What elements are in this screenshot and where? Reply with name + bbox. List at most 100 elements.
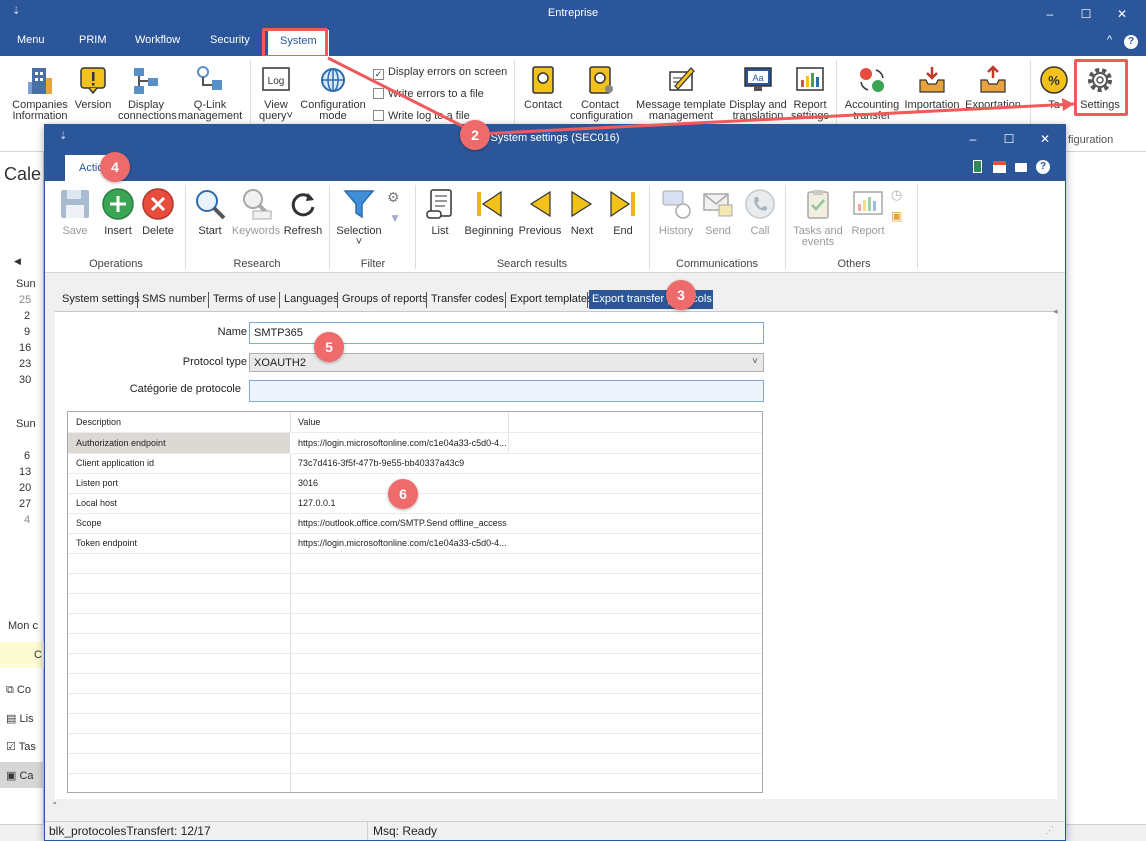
column-header-description[interactable]: Description <box>68 412 290 432</box>
calendar-day[interactable]: 2 <box>24 310 30 322</box>
minimize-button[interactable]: – <box>1032 0 1068 28</box>
collapse-ribbon-icon[interactable]: ^ <box>1107 34 1112 46</box>
report-button[interactable]: Report <box>847 187 889 237</box>
tab-terms-of-use[interactable]: Terms of use <box>210 290 279 309</box>
version-button[interactable]: Version <box>72 64 114 111</box>
calendar-day[interactable]: 27 <box>19 498 31 510</box>
display-errors-checkbox[interactable]: ✓ Display errors on screen <box>373 66 507 80</box>
dialog-maximize-button[interactable]: ☐ <box>991 125 1027 153</box>
tray-icon[interactable]: ▣ <box>891 209 902 223</box>
companies-information-button[interactable]: Companies Information <box>8 64 72 122</box>
view-query-button[interactable]: Log View query˅ <box>256 64 296 122</box>
display-translation-button[interactable]: Aa Display and translation <box>728 64 788 122</box>
save-button[interactable]: Save <box>55 187 95 237</box>
percent-icon: % <box>1040 66 1068 94</box>
list-label: List <box>431 225 449 237</box>
protocol-type-value: XOAUTH2 <box>254 357 306 369</box>
help-icon[interactable]: ? <box>1124 35 1138 49</box>
refresh-button[interactable]: Refresh <box>283 187 323 237</box>
tab-system-settings[interactable]: System settings <box>59 290 143 309</box>
calendar-day[interactable]: 16 <box>19 342 31 354</box>
list-button[interactable]: List <box>423 187 457 237</box>
prev-month-icon[interactable]: ◀ <box>14 256 21 267</box>
row-description: Token endpoint <box>76 538 138 548</box>
taxes-button[interactable]: % Ta <box>1036 64 1072 111</box>
qlink-management-button[interactable]: Q-Link management <box>178 64 242 122</box>
table-row[interactable]: Token endpoint https://login.microsofton… <box>68 533 762 553</box>
nav-tasks[interactable]: ☑ Tas <box>6 740 36 753</box>
table-row[interactable]: Scope https://outlook.office.com/SMTP.Se… <box>68 513 762 533</box>
calendar-day[interactable]: 25 <box>19 294 31 306</box>
table-row[interactable]: Client application id 73c7d416-3f5f-477b… <box>68 453 762 473</box>
filter-clear-icon[interactable]: ▼ <box>389 211 401 225</box>
nav-calendar[interactable]: ▣ Ca <box>0 762 44 788</box>
report-label: Report <box>851 225 885 237</box>
calendar-icon[interactable] <box>993 161 1006 173</box>
maximize-button[interactable]: ☐ <box>1068 0 1104 28</box>
annotation-badge: 5 <box>314 332 344 362</box>
accounting-transfer-button[interactable]: Accounting transfer <box>842 64 902 122</box>
tab-groups-of-reports[interactable]: Groups of reports <box>339 290 431 309</box>
column-header-value[interactable]: Value <box>290 412 508 432</box>
protocol-category-field[interactable] <box>249 380 764 402</box>
dialog-close-button[interactable]: ✕ <box>1027 125 1063 153</box>
configuration-group-label: figuration <box>1068 134 1114 146</box>
beginning-button[interactable]: Beginning <box>461 187 517 237</box>
calendar-day[interactable]: 6 <box>24 450 30 462</box>
panel-scroll-icon[interactable]: ◂ <box>1053 306 1058 317</box>
previous-button[interactable]: Previous <box>517 187 563 237</box>
nav-contacts-label: Co <box>16 684 31 696</box>
nav-lists[interactable]: ▤ Lis <box>6 712 34 725</box>
menu-item-workflow[interactable]: Workflow <box>135 34 180 46</box>
menu-item-menu[interactable]: Menu <box>17 34 45 46</box>
parameters-grid[interactable]: Description Value Authorization endpoint… <box>67 411 763 793</box>
call-button[interactable]: Call <box>741 187 779 237</box>
selection-button[interactable]: Selection ˅ <box>335 187 383 248</box>
calendar-day[interactable]: 20 <box>19 482 31 494</box>
delete-label: Delete <box>142 225 174 237</box>
beginning-label: Beginning <box>464 225 514 237</box>
history-button[interactable]: History <box>655 187 697 237</box>
message-template-button[interactable]: Message template management <box>634 64 728 122</box>
tasks-events-button[interactable]: Tasks and events <box>791 187 845 248</box>
calendar-day[interactable]: 9 <box>24 326 30 338</box>
write-errors-checkbox[interactable]: Write errors to a file <box>373 88 484 100</box>
menu-item-prim[interactable]: PRIM <box>79 34 107 46</box>
tab-languages[interactable]: Languages <box>281 290 341 309</box>
exportation-button[interactable]: Exportation <box>964 64 1022 111</box>
start-search-button[interactable]: Start <box>191 187 229 237</box>
tab-export-templates[interactable]: Export templates <box>507 290 596 309</box>
keywords-button[interactable]: Keywords <box>231 187 281 237</box>
globe-gear-icon <box>321 68 345 92</box>
importation-button[interactable]: Importation <box>904 64 960 111</box>
clock-icon[interactable]: ◷ <box>891 187 902 203</box>
nav-contacts[interactable]: ⧉ Co <box>6 684 31 697</box>
calculator-icon[interactable] <box>973 160 982 173</box>
lock-icon[interactable] <box>1015 163 1027 172</box>
report-settings-button[interactable]: Report settings <box>790 64 830 122</box>
send-button[interactable]: Send <box>699 187 737 237</box>
communications-group-label: Communications <box>676 258 758 270</box>
table-row-selected[interactable]: Authorization endpoint https://login.mic… <box>68 433 508 453</box>
display-connections-button[interactable]: Display connections <box>118 64 177 122</box>
contact-configuration-button[interactable]: Contact configuration <box>570 64 633 122</box>
contact-button[interactable]: Contact <box>520 64 566 111</box>
configuration-mode-button[interactable]: Configuration mode <box>298 64 368 122</box>
calendar-day[interactable]: 30 <box>19 374 31 386</box>
calendar-day[interactable]: 13 <box>19 466 31 478</box>
close-button[interactable]: ✕ <box>1104 0 1140 28</box>
end-button[interactable]: End <box>605 187 641 237</box>
tab-transfer-codes[interactable]: Transfer codes <box>428 290 507 309</box>
write-log-checkbox[interactable]: Write log to a file <box>373 110 470 122</box>
menu-item-security[interactable]: Security <box>210 34 250 46</box>
tab-sms-number[interactable]: SMS number <box>139 290 209 309</box>
insert-button[interactable]: Insert <box>97 187 139 237</box>
resize-grip-icon[interactable]: ⋰ <box>1045 825 1054 836</box>
filter-settings-icon[interactable]: ⚙ <box>387 189 400 206</box>
next-button[interactable]: Next <box>563 187 601 237</box>
delete-button[interactable]: Delete <box>139 187 177 237</box>
calendar-day[interactable]: 4 <box>24 514 30 526</box>
calendar-day[interactable]: 23 <box>19 358 31 370</box>
dialog-help-icon[interactable]: ? <box>1036 160 1050 174</box>
dialog-minimize-button[interactable]: – <box>955 125 991 153</box>
